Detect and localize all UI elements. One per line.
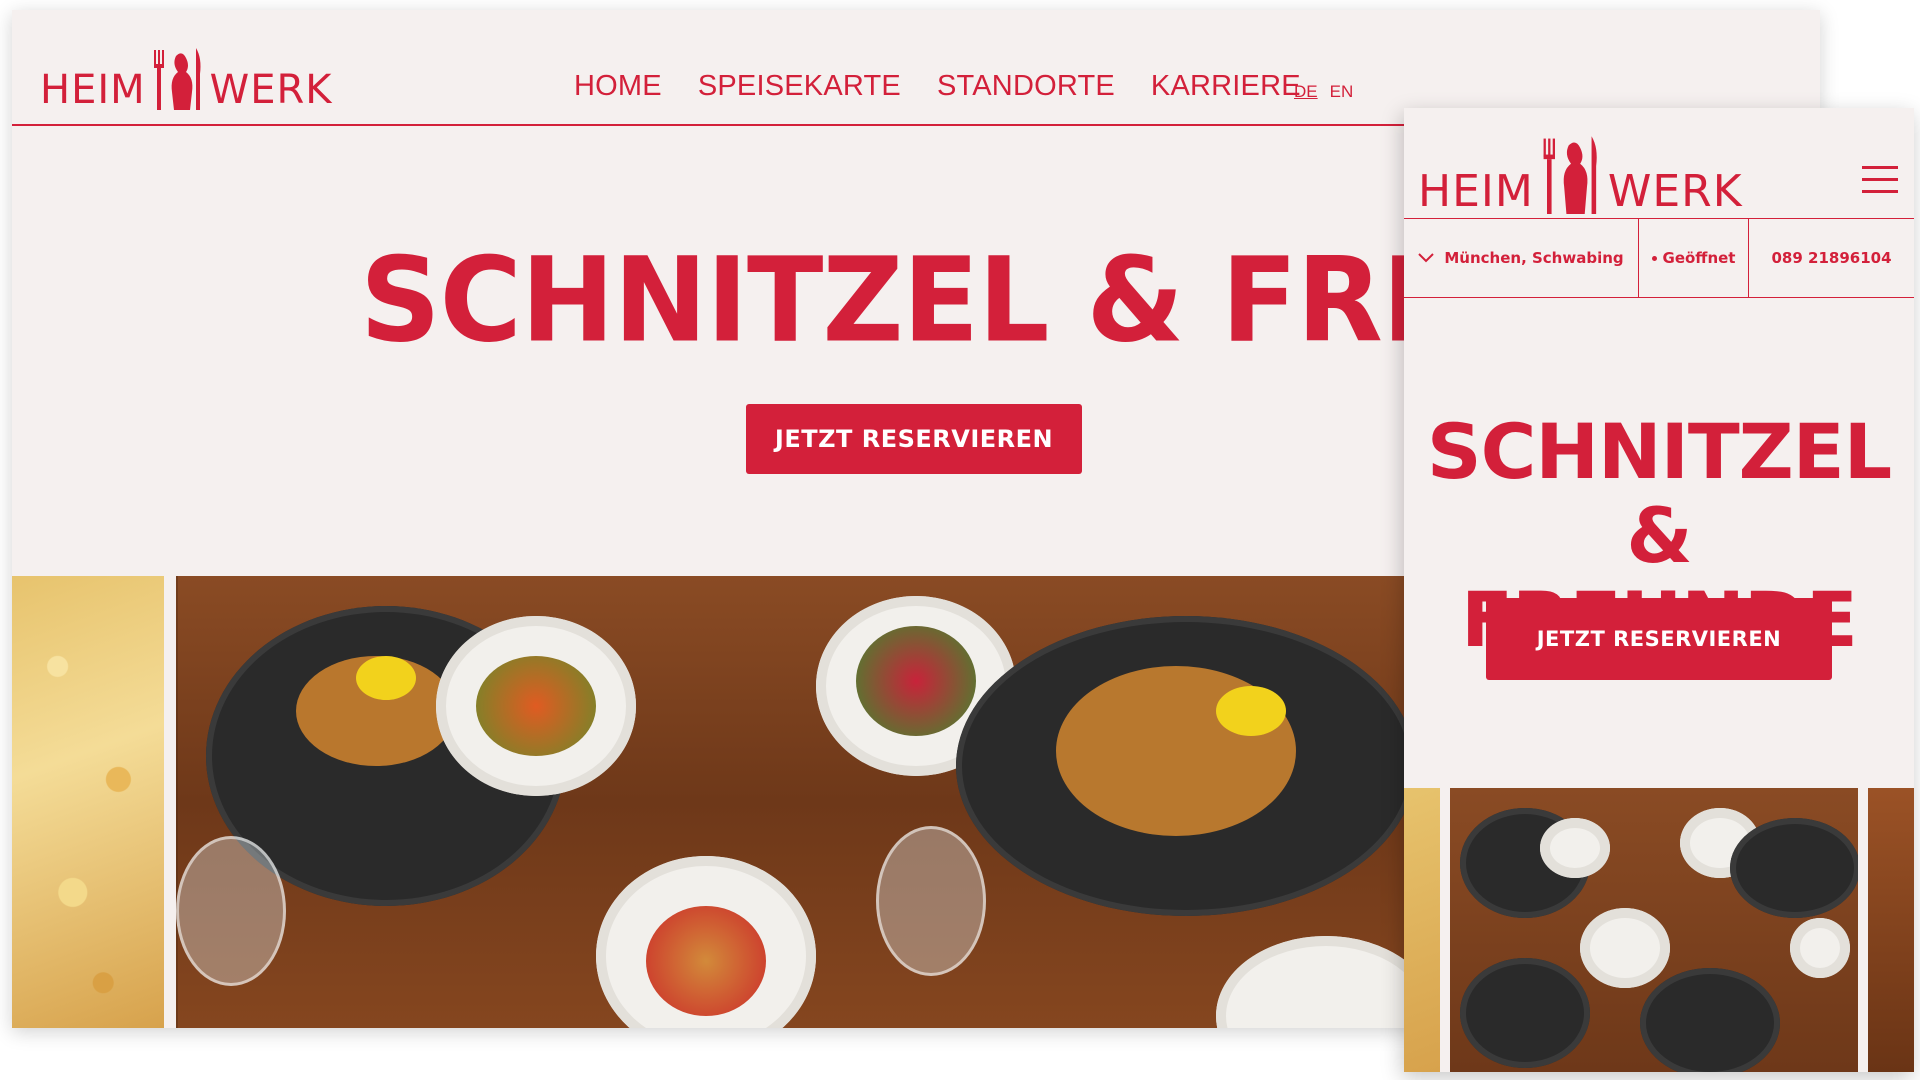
location-label: München, Schwabing (1444, 249, 1624, 267)
salad-image (856, 626, 976, 736)
nav-home[interactable]: HOME (574, 70, 662, 103)
location-selector[interactable]: München, Schwabing (1404, 219, 1638, 297)
bowl-image (1540, 818, 1610, 878)
schnitzel-closeup-image (12, 576, 164, 1028)
logo-text-werk: WERK (209, 67, 333, 113)
chevron-down-icon (1418, 253, 1435, 263)
status-label: Geöffnet (1662, 249, 1736, 267)
glass-image (176, 836, 286, 986)
mobile-hero-title-line1: SCHNITZEL & (1426, 407, 1892, 580)
plate-image-4 (1640, 968, 1780, 1072)
main-nav: HOME SPEISEKARTE STANDORTE KARRIERE (574, 70, 1301, 103)
reserve-button[interactable]: JETZT RESERVIEREN (746, 404, 1082, 474)
lang-de[interactable]: DE (1294, 82, 1318, 102)
logo-text-heim: HEIM (40, 67, 146, 113)
nav-speisekarte[interactable]: SPEISEKARTE (698, 70, 901, 103)
potato-bowl-image (1790, 918, 1850, 978)
nav-standorte[interactable]: STANDORTE (937, 70, 1115, 103)
mobile-logo[interactable]: HEIM WERK (1418, 126, 1743, 214)
fork-bear-knife-logo-icon (153, 48, 201, 110)
phone-label: 089 21896104 (1771, 249, 1892, 267)
phone-link[interactable]: 089 21896104 (1748, 219, 1914, 297)
lemon-image-2 (1216, 686, 1286, 736)
mobile-frame: HEIM WERK München, Schwabing Geöffnet 08… (1404, 108, 1914, 1072)
plate-image-2 (1730, 818, 1858, 918)
dining-table-image (1450, 788, 1858, 1072)
mobile-reserve-button[interactable]: JETZT RESERVIEREN (1486, 598, 1832, 680)
location-info-bar: München, Schwabing Geöffnet 089 21896104 (1404, 218, 1914, 298)
lemon-image (356, 656, 416, 700)
schnitzel-closeup-image (1404, 788, 1440, 1072)
plate-image-3 (1460, 958, 1590, 1068)
logo-text-werk: WERK (1607, 166, 1743, 217)
potato-bowl-image (1216, 936, 1420, 1028)
vegetables-image (476, 656, 596, 756)
language-switcher: DE EN (1294, 82, 1353, 102)
logo-text-heim: HEIM (1418, 166, 1534, 217)
nav-karriere[interactable]: KARRIERE (1151, 70, 1301, 103)
glass-image-2 (876, 826, 986, 976)
status-dot-icon (1651, 255, 1657, 261)
food-image-3 (646, 906, 766, 1016)
desktop-logo[interactable]: HEIM WERK (40, 38, 333, 110)
fork-bear-knife-logo-icon (1543, 136, 1597, 214)
mobile-hero-photo-strip (1404, 788, 1914, 1072)
dining-table-image (176, 576, 1420, 1028)
opening-status: Geöffnet (1638, 219, 1748, 297)
lang-en[interactable]: EN (1330, 82, 1354, 102)
hamburger-menu-icon[interactable] (1862, 166, 1898, 194)
wood-edge-image (1868, 788, 1914, 1072)
bowl-image-3 (1580, 908, 1670, 988)
